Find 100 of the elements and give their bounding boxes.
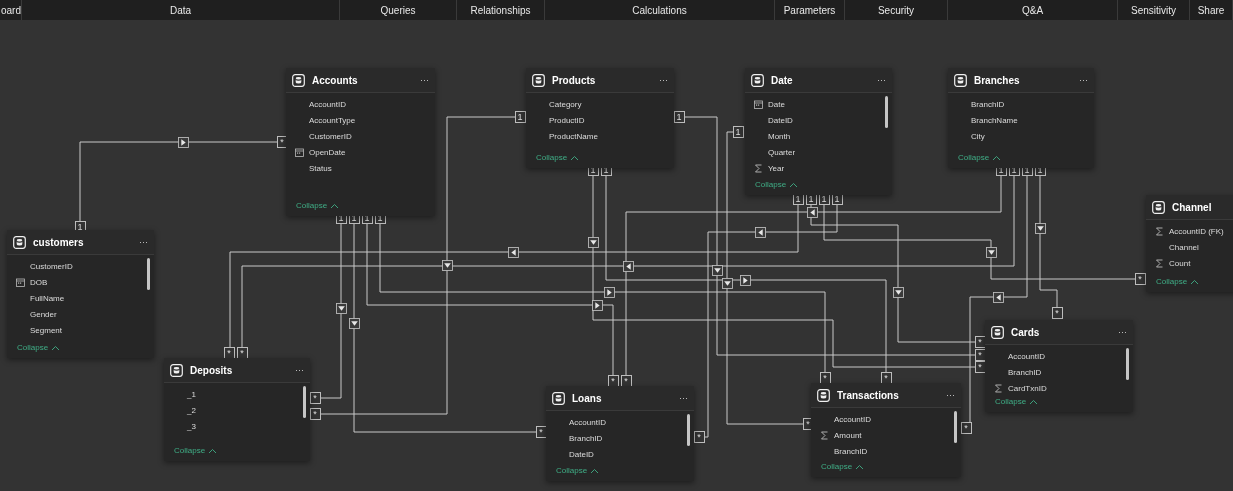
- field-name[interactable]: _3: [187, 421, 196, 431]
- filter-direction-icon[interactable]: [591, 299, 603, 311]
- scrollbar[interactable]: [885, 96, 888, 128]
- field-name[interactable]: AccountID (FK): [1169, 226, 1224, 236]
- collapse-link[interactable]: Collapse: [556, 466, 600, 475]
- field-name[interactable]: Month: [768, 131, 791, 141]
- table-card[interactable]: Date ··· Date DateID Month Quarter Year Collapse: [745, 68, 892, 195]
- ribbon-tab[interactable]: oard: [1, 4, 21, 16]
- filter-direction-icon[interactable]: [335, 302, 347, 314]
- collapse-link[interactable]: Collapse: [995, 397, 1039, 406]
- ribbon-tab[interactable]: Relationships: [470, 4, 531, 16]
- collapse-link[interactable]: Collapse: [296, 201, 340, 210]
- table-card[interactable]: Transactions ··· AccountID Amount BranchID Collapse: [811, 383, 961, 477]
- field-name[interactable]: _2: [187, 405, 196, 415]
- more-options-button[interactable]: ···: [1079, 75, 1088, 85]
- field-name[interactable]: DateID: [768, 115, 793, 125]
- collapse-link[interactable]: Collapse: [536, 153, 580, 162]
- collapse-link[interactable]: Collapse: [17, 343, 61, 352]
- relationship-line[interactable]: [592, 175, 976, 368]
- filter-direction-icon[interactable]: [587, 236, 599, 248]
- more-options-button[interactable]: ···: [659, 75, 668, 85]
- ribbon-tab[interactable]: Sensitivity: [1131, 4, 1176, 16]
- field-name[interactable]: ProductName: [549, 131, 598, 141]
- filter-direction-icon[interactable]: [985, 246, 997, 258]
- field-name[interactable]: ProductID: [549, 115, 585, 125]
- field-name[interactable]: Segment: [30, 325, 63, 335]
- field-name[interactable]: Year: [768, 163, 785, 173]
- table-card[interactable]: Cards ··· AccountID BranchID CardTxnID Collapse: [985, 320, 1133, 412]
- field-name[interactable]: Quarter: [768, 147, 796, 157]
- relationship-line[interactable]: [726, 131, 804, 425]
- field-name[interactable]: Category: [549, 99, 582, 109]
- filter-direction-icon[interactable]: [622, 260, 634, 272]
- scrollbar[interactable]: [147, 258, 150, 290]
- field-name[interactable]: CustomerID: [309, 131, 352, 141]
- collapse-link[interactable]: Collapse: [174, 446, 218, 455]
- scrollbar[interactable]: [954, 411, 957, 443]
- scrollbar[interactable]: [1126, 348, 1129, 380]
- field-name[interactable]: Gender: [30, 309, 57, 319]
- filter-direction-icon[interactable]: [1034, 222, 1046, 234]
- relationship-line[interactable]: [1039, 175, 1058, 309]
- field-name[interactable]: AccountType: [309, 115, 356, 125]
- field-name[interactable]: AccountID: [309, 99, 346, 109]
- filter-direction-icon[interactable]: [739, 274, 751, 286]
- field-name[interactable]: CustomerID: [30, 261, 73, 271]
- filter-direction-icon[interactable]: [603, 286, 615, 298]
- field-name[interactable]: Date: [768, 99, 785, 109]
- more-options-button[interactable]: ···: [295, 365, 304, 375]
- filter-direction-icon[interactable]: [177, 136, 189, 148]
- filter-direction-icon[interactable]: [721, 277, 733, 289]
- collapse-link[interactable]: Collapse: [1156, 277, 1200, 286]
- table-card[interactable]: Branches ··· BranchID BranchName City Collapse: [948, 68, 1094, 168]
- more-options-button[interactable]: ···: [877, 75, 886, 85]
- filter-direction-icon[interactable]: [711, 264, 723, 276]
- collapse-link[interactable]: Collapse: [821, 462, 865, 471]
- field-name[interactable]: DateID: [569, 449, 594, 459]
- field-name[interactable]: BranchName: [971, 115, 1018, 125]
- field-name[interactable]: BranchID: [971, 99, 1005, 109]
- field-name[interactable]: Status: [309, 163, 332, 173]
- field-name[interactable]: BranchID: [569, 433, 603, 443]
- table-card[interactable]: customers ··· CustomerID DOB FullName Gender Segment Collapse: [7, 230, 154, 358]
- ribbon-tab[interactable]: Calculations: [632, 4, 687, 16]
- field-name[interactable]: FullName: [30, 293, 65, 303]
- table-card[interactable]: Loans ··· AccountID BranchID DateID Collapse: [546, 386, 694, 481]
- more-options-button[interactable]: ···: [139, 237, 148, 247]
- table-card[interactable]: Products ··· Category ProductID ProductName Collapse: [526, 68, 674, 168]
- filter-direction-icon[interactable]: [507, 246, 519, 258]
- field-name[interactable]: BranchID: [834, 446, 868, 456]
- filter-direction-icon[interactable]: [348, 317, 360, 329]
- filter-direction-icon[interactable]: [992, 291, 1004, 303]
- ribbon-tab[interactable]: Parameters: [783, 4, 836, 16]
- field-name[interactable]: AccountID: [1008, 351, 1045, 361]
- collapse-link[interactable]: Collapse: [755, 180, 799, 189]
- filter-direction-icon[interactable]: [441, 259, 453, 271]
- more-options-button[interactable]: ···: [420, 75, 429, 85]
- more-options-button[interactable]: ···: [946, 390, 955, 400]
- filter-direction-icon[interactable]: [754, 226, 766, 238]
- scrollbar[interactable]: [687, 414, 690, 446]
- field-name[interactable]: CardTxnID: [1008, 383, 1047, 393]
- filter-direction-icon[interactable]: [892, 286, 904, 298]
- ribbon-tab[interactable]: Q&A: [1021, 4, 1044, 16]
- field-name[interactable]: _1: [187, 389, 196, 399]
- field-name[interactable]: Channel: [1169, 242, 1199, 252]
- relationship-line[interactable]: [229, 204, 799, 348]
- more-options-button[interactable]: ···: [1118, 327, 1127, 337]
- ribbon-tab[interactable]: Share: [1197, 4, 1225, 16]
- table-card[interactable]: Accounts ··· AccountID AccountType CustomerID OpenDate Status Collapse: [286, 68, 435, 216]
- table-card[interactable]: Deposits ··· _1 _2 _3 Collapse: [164, 358, 310, 461]
- ribbon-tab[interactable]: Queries: [380, 4, 416, 16]
- field-name[interactable]: AccountID: [569, 417, 606, 427]
- relationship-line[interactable]: [625, 175, 1002, 377]
- field-name[interactable]: Count: [1169, 258, 1191, 268]
- field-name[interactable]: DOB: [30, 277, 48, 287]
- table-card[interactable]: Channel AccountID (FK) Channel Count Collapse: [1146, 195, 1233, 292]
- relationship-line[interactable]: [605, 175, 887, 374]
- field-name[interactable]: OpenDate: [309, 147, 346, 157]
- field-name[interactable]: City: [971, 131, 985, 141]
- filter-direction-icon[interactable]: [806, 206, 818, 218]
- ribbon-tab[interactable]: Data: [169, 4, 192, 16]
- more-options-button[interactable]: ···: [679, 393, 688, 403]
- ribbon-tab[interactable]: Security: [877, 4, 915, 16]
